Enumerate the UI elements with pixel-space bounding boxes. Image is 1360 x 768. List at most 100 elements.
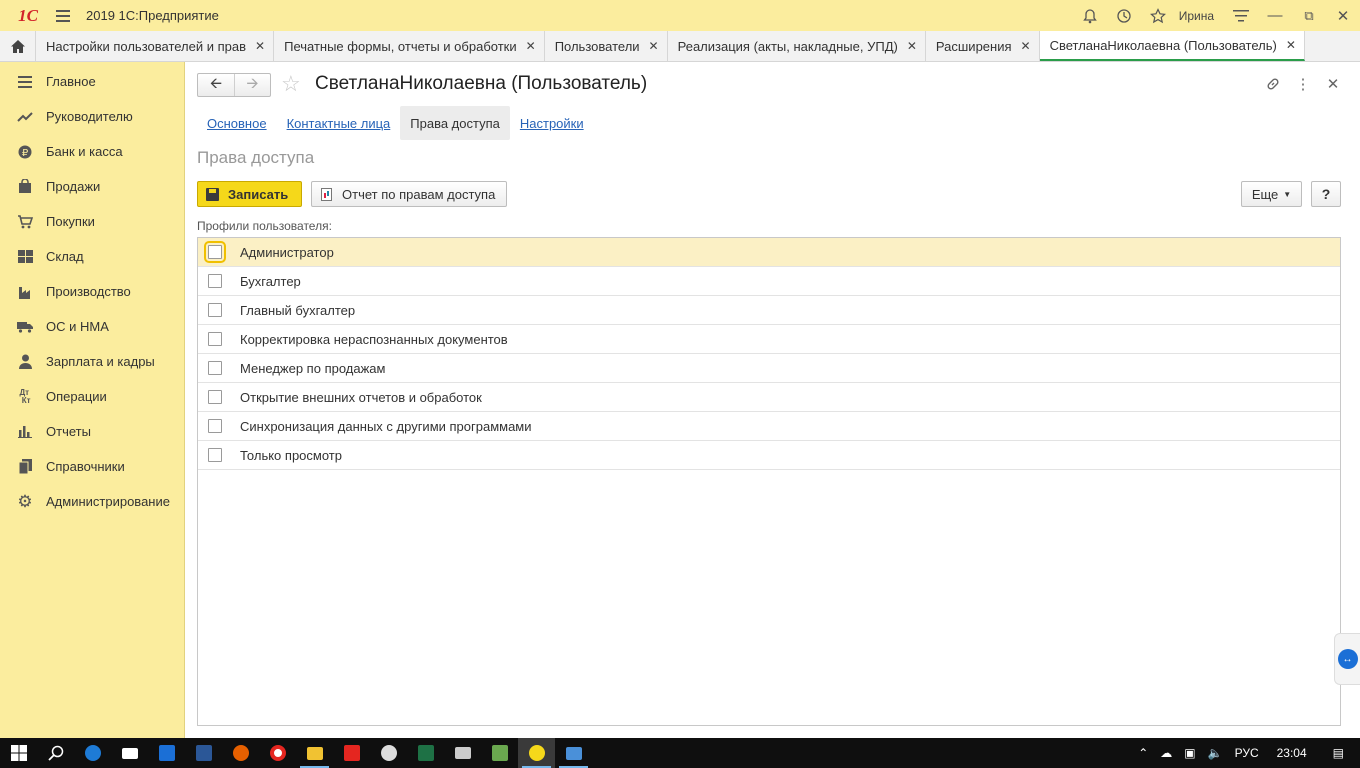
add-to-favorites-star-icon[interactable]: ☆ [281,71,301,97]
profile-checkbox[interactable] [208,419,222,433]
search-button[interactable] [37,738,74,768]
title-bar: 1С 2019 1С:Предприятие Ирина — ⧉ ✕ [0,0,1360,31]
taskbar-yandex[interactable] [333,738,370,768]
profile-checkbox[interactable] [208,448,222,462]
table-row[interactable]: Синхронизация данных с другими программа… [198,412,1340,441]
table-row[interactable]: Менеджер по продажам [198,354,1340,383]
close-tab-icon[interactable]: ✕ [1286,38,1296,52]
start-button[interactable] [0,738,37,768]
sidebar-item-payroll[interactable]: Зарплата и кадры [0,344,184,379]
table-row[interactable]: Бухгалтер [198,267,1340,296]
user-form: 🡨 🡪 ☆ СветланаНиколаевна (Пользователь) … [185,62,1360,738]
taskbar-1c[interactable] [518,738,555,768]
favorites-button[interactable] [1141,0,1175,31]
tab-settings[interactable]: Настройки [510,106,594,140]
gear-icon: ⚙ [17,491,33,511]
sidebar-item-director[interactable]: Руководителю [0,99,184,134]
sidebar-item-fixed-assets[interactable]: ОС и НМА [0,309,184,344]
save-button[interactable]: Записать [197,181,302,207]
table-row[interactable]: Главный бухгалтер [198,296,1340,325]
close-tab-icon[interactable]: ✕ [526,39,536,53]
tab-main[interactable]: Основное [197,106,277,140]
sidebar-item-catalogs[interactable]: Справочники [0,449,184,484]
close-tab-icon[interactable]: ✕ [907,39,917,53]
sidebar-item-purchases[interactable]: Покупки [0,204,184,239]
film-reel-icon [380,745,397,761]
taskbar-explorer[interactable] [296,738,333,768]
sidebar-item-administration[interactable]: ⚙ Администрирование [0,484,184,519]
speaker-icon[interactable]: 🔈 [1202,746,1229,760]
tab-user-form[interactable]: СветланаНиколаевна (Пользователь) ✕ [1039,31,1305,61]
cloud-icon[interactable]: ☁ [1154,746,1178,760]
close-form-button[interactable]: ✕ [1322,73,1344,95]
history-button[interactable] [1107,0,1141,31]
current-user[interactable]: Ирина [1175,9,1224,23]
sidebar-item-warehouse[interactable]: Склад [0,239,184,274]
table-row[interactable]: Администратор [198,238,1340,267]
clock[interactable]: 23:04 [1265,746,1327,760]
sidebar-item-label: Склад [46,249,84,264]
network-icon[interactable]: ▣ [1178,746,1201,760]
profile-checkbox[interactable] [208,274,222,288]
sidebar-item-reports[interactable]: Отчеты [0,414,184,449]
profile-name: Синхронизация данных с другими программа… [240,418,532,434]
tab-extensions[interactable]: Расширения ✕ [926,31,1040,61]
profile-name: Менеджер по продажам [240,360,386,376]
tab-users[interactable]: Пользователи ✕ [545,31,668,61]
restore-button[interactable]: ⧉ [1292,0,1326,31]
close-app-button[interactable]: ✕ [1326,0,1360,31]
taskbar-remote-desktop[interactable] [555,738,592,768]
notifications-center-icon[interactable]: ▤ [1327,746,1360,760]
taskbar-contacts[interactable] [481,738,518,768]
taskbar-printer[interactable] [444,738,481,768]
yandex-icon [343,745,360,761]
taskbar-media[interactable] [370,738,407,768]
profile-checkbox[interactable] [208,361,222,375]
tab-access-rights[interactable]: Права доступа [400,106,510,140]
sidebar-item-bank[interactable]: ₽ Банк и касса [0,134,184,169]
profile-checkbox[interactable] [208,332,222,346]
profile-checkbox[interactable] [204,241,226,263]
sliders-icon [1233,9,1249,21]
taskbar-edge[interactable] [74,738,111,768]
forward-button[interactable]: 🡪 [234,74,270,96]
back-button[interactable]: 🡨 [198,74,234,96]
chevron-up-icon[interactable]: ⌃ [1132,746,1154,760]
home-tab[interactable] [0,31,36,61]
teamviewer-widget[interactable]: ↔ [1334,633,1360,685]
profile-checkbox[interactable] [208,303,222,317]
close-tab-icon[interactable]: ✕ [1021,39,1031,53]
sidebar-item-operations[interactable]: Дт Кт Операции [0,379,184,414]
taskbar-teamviewer[interactable] [148,738,185,768]
table-row[interactable]: Открытие внешних отчетов и обработок [198,383,1340,412]
minimize-button[interactable]: — [1258,0,1292,31]
restore-icon: ⧉ [1304,7,1314,23]
close-tab-icon[interactable]: ✕ [255,39,265,53]
access-report-button[interactable]: Отчет по правам доступа [311,181,507,207]
taskbar-firefox[interactable] [222,738,259,768]
taskbar-word[interactable] [185,738,222,768]
taskbar-yandex-browser[interactable] [259,738,296,768]
tab-contacts[interactable]: Контактные лица [277,106,401,140]
settings-menu-button[interactable] [1224,0,1258,31]
close-tab-icon[interactable]: ✕ [649,39,659,53]
notifications-button[interactable] [1073,0,1107,31]
help-button[interactable]: ? [1311,181,1341,207]
copy-link-button[interactable] [1262,73,1284,95]
taskbar-excel[interactable] [407,738,444,768]
tab-sales-docs[interactable]: Реализация (акты, накладные, УПД) ✕ [668,31,926,61]
main-menu-button[interactable] [48,0,78,31]
sidebar-item-production[interactable]: Производство [0,274,184,309]
more-button[interactable]: Еще ▼ [1241,181,1302,207]
table-row[interactable]: Только просмотр [198,441,1340,470]
profile-checkbox[interactable] [208,390,222,404]
taskbar-mail[interactable] [111,738,148,768]
tab-print-forms[interactable]: Печатные формы, отчеты и обработки ✕ [274,31,545,61]
table-row[interactable]: Корректировка нераспознанных документов [198,325,1340,354]
form-menu-button[interactable]: ⋮ [1292,73,1314,95]
sidebar-item-sales[interactable]: Продажи [0,169,184,204]
sidebar-item-label: Операции [46,389,107,404]
tab-user-settings[interactable]: Настройки пользователей и прав ✕ [36,31,275,61]
language-indicator[interactable]: РУС [1229,746,1265,760]
sidebar-item-main[interactable]: Главное [0,64,184,99]
